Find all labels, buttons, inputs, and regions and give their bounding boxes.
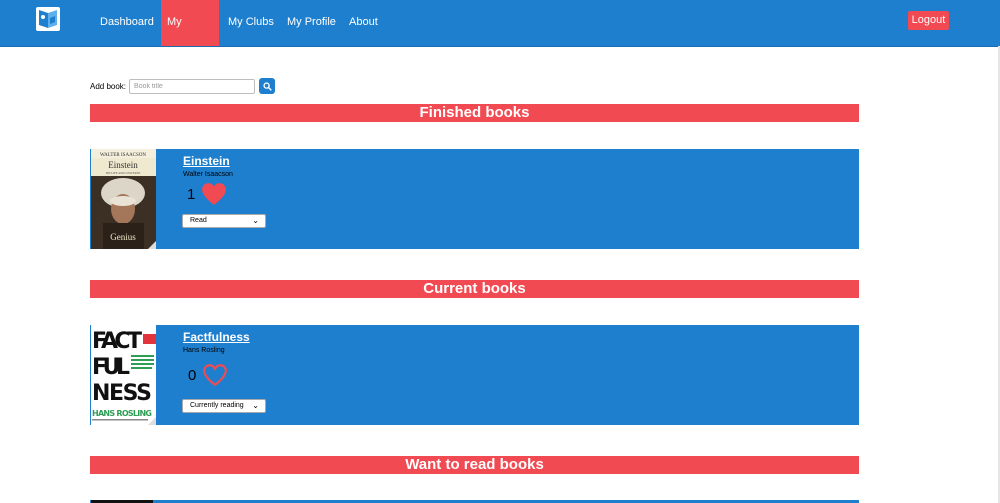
book-cover-einstein[interactable]: WALTER ISAACSON Einstein HIS LIFE AND UN… (91, 149, 156, 249)
cover-top-text: WALTER ISAACSON (100, 153, 146, 158)
nav-my-clubs[interactable]: My Clubs (222, 0, 280, 46)
cover-name-text: Einstein (108, 160, 138, 170)
cover-bottom-text: Genius (110, 232, 136, 242)
book-author: Hans Rosling (183, 347, 225, 354)
book-title-input[interactable] (129, 78, 256, 94)
cover-author: HANS ROSLING (92, 409, 152, 418)
book-card-factfulness: FACT FUL NESS HANS ROSLING Factfulness H… (90, 325, 859, 425)
chevron-down-icon: ⌄ (252, 401, 259, 410)
section-header-current: Current books (90, 280, 859, 298)
book-title-link[interactable]: Factfulness (183, 330, 250, 344)
book-author: Walter Isaacson (183, 171, 233, 178)
likes-count: 1 (187, 185, 196, 203)
section-header-finished: Finished books (90, 104, 859, 122)
status-select[interactable]: Currently reading ⌄ (182, 399, 266, 413)
book-card-einstein: WALTER ISAACSON Einstein HIS LIFE AND UN… (90, 149, 859, 249)
cover-line-3: NESS (92, 381, 152, 406)
status-value: Read (190, 217, 207, 224)
heart-outline-icon[interactable] (202, 363, 228, 387)
search-button[interactable] (259, 78, 276, 94)
cover-line-2: FUL (92, 355, 130, 380)
book-title-link[interactable]: Einstein (183, 154, 230, 168)
add-book-label: Add book: (90, 81, 127, 91)
search-icon (262, 81, 272, 91)
nav-my-books[interactable]: My books (161, 0, 219, 72)
nav-my-profile[interactable]: My Profile (281, 0, 342, 46)
section-header-want: Want to read books (90, 456, 859, 474)
status-value: Currently reading (190, 402, 244, 409)
likes: 1 (187, 182, 227, 206)
nav-dashboard[interactable]: Dashboard (94, 0, 160, 46)
logout-button[interactable]: Logout (908, 11, 949, 30)
chevron-down-icon: ⌄ (252, 216, 259, 225)
navbar: Dashboard My books My Clubs My Profile A… (0, 0, 1000, 72)
app-logo[interactable] (30, 4, 66, 34)
heart-filled-icon[interactable] (201, 182, 227, 206)
status-select[interactable]: Read ⌄ (182, 214, 266, 228)
likes: 0 (187, 363, 228, 387)
cover-line-1: FACT (92, 329, 142, 354)
cover-sub-text: HIS LIFE AND UNIVERSE (106, 171, 141, 175)
book-cover-factfulness[interactable]: FACT FUL NESS HANS ROSLING (91, 325, 156, 425)
add-book-form: Add book: (90, 77, 276, 95)
nav-about[interactable]: About (343, 0, 384, 46)
likes-count: 0 (188, 366, 197, 384)
